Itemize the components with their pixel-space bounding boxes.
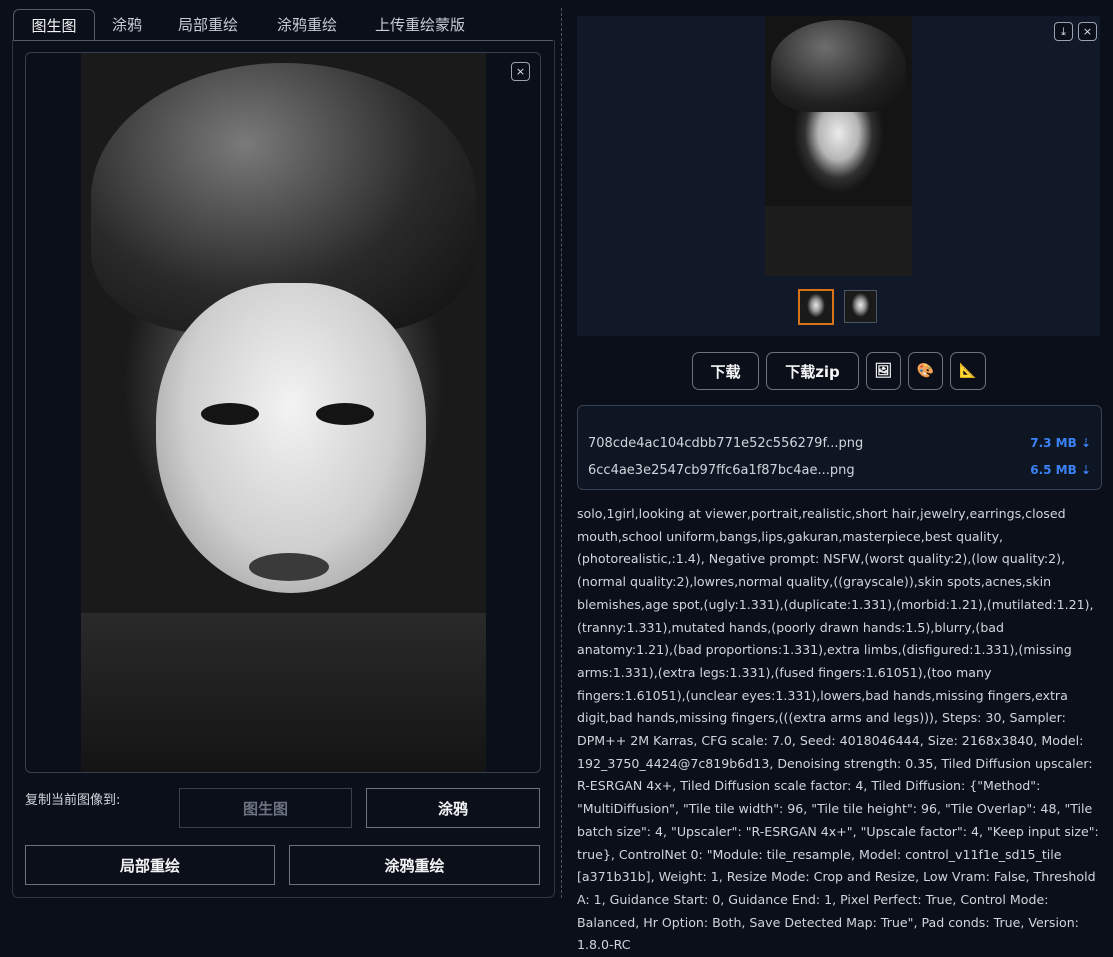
tab-sketch[interactable]: 涂鸦 (100, 9, 154, 40)
file-row[interactable]: 6cc4ae3e2547cb97ffc6a1f87bc4ae...png 6.5… (588, 463, 1091, 483)
file-name[interactable]: 708cde4ac104cdbb771e52c556279f...png (588, 436, 863, 451)
close-icon[interactable]: × (1078, 22, 1097, 41)
tab-img2img[interactable]: 图生图 (13, 9, 95, 41)
download-icon[interactable]: ⤓ (1054, 22, 1073, 41)
clear-image-icon[interactable]: × (511, 62, 530, 81)
tab-inpaint-sketch[interactable]: 涂鸦重绘 (263, 9, 351, 40)
copy-to-label: 复制当前图像到: (25, 793, 121, 808)
gallery-preview-image[interactable] (765, 16, 912, 276)
generation-info: solo,1girl,looking at viewer,portrait,re… (577, 506, 1099, 953)
download-button[interactable]: 下载 (692, 352, 759, 390)
portrait-image (81, 53, 486, 772)
column-divider (561, 8, 562, 898)
copy-to-inpaint-sketch-button[interactable]: 涂鸦重绘 (289, 845, 540, 885)
copy-to-sketch-button[interactable]: 涂鸦 (366, 788, 540, 828)
copy-to-inpaint-button[interactable]: 局部重绘 (25, 845, 275, 885)
download-zip-button[interactable]: 下载zip (766, 352, 859, 390)
file-row[interactable]: 708cde4ac104cdbb771e52c556279f...png 7.3… (588, 436, 1091, 456)
ruler-icon[interactable]: 📐 (950, 352, 986, 390)
image-input[interactable] (25, 52, 541, 773)
file-size[interactable]: 6.5 MB ⇣ (1030, 463, 1091, 477)
gallery-thumbnail-2[interactable] (844, 290, 877, 323)
file-name[interactable]: 6cc4ae3e2547cb97ffc6a1f87bc4ae...png (588, 463, 855, 478)
send-to-img2img-icon[interactable]: 🖼 (866, 352, 901, 390)
copy-to-img2img-button[interactable]: 图生图 (179, 788, 352, 828)
palette-icon[interactable]: 🎨 (908, 352, 943, 390)
gallery-thumbnail-1[interactable] (798, 289, 834, 325)
tab-upload-mask[interactable]: 上传重绘蒙版 (362, 9, 478, 40)
file-size[interactable]: 7.3 MB ⇣ (1030, 436, 1091, 450)
file-list: 708cde4ac104cdbb771e52c556279f...png 7.3… (577, 405, 1102, 490)
tab-inpaint[interactable]: 局部重绘 (166, 9, 250, 40)
